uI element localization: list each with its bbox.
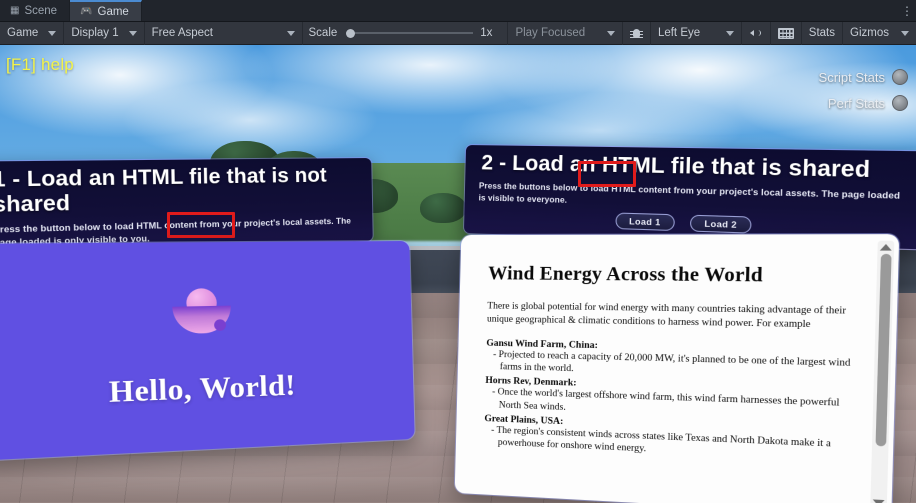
display-dropdown[interactable]: Display 1: [64, 21, 145, 45]
keyboard-icon: [777, 27, 794, 39]
hud-stats-toggles: Script Stats Perf Stats: [819, 69, 908, 111]
view-dropdown-label: Game: [7, 27, 39, 39]
scrollbar-thumb[interactable]: [874, 253, 891, 447]
bug-icon: [629, 27, 643, 40]
editor-tab-bar: ▦ Scene 🎮 Game ⋮: [0, 0, 916, 22]
scale-slider-knob[interactable]: [346, 28, 356, 38]
chevron-down-icon: [286, 30, 295, 36]
document-heading: Wind Energy Across the World: [487, 263, 764, 287]
scroll-up-arrow-icon[interactable]: [879, 244, 892, 251]
perf-stats-toggle-row[interactable]: Perf Stats: [828, 95, 908, 111]
speaker-icon: [749, 27, 763, 39]
aspect-dropdown-label: Free Aspect: [151, 27, 214, 39]
mute-audio-button[interactable]: [742, 21, 771, 45]
tab-scene-label: Scene: [24, 4, 58, 17]
instruction-panel-1: 1 - Load an HTML file that is not shared…: [0, 157, 373, 253]
hello-world-heading: Hello, World!: [108, 368, 297, 410]
play-mode-dropdown[interactable]: Play Focused: [508, 21, 623, 45]
script-stats-toggle-row[interactable]: Script Stats: [819, 69, 908, 85]
view-dropdown[interactable]: Game: [0, 21, 65, 45]
chevron-down-icon: [606, 30, 615, 36]
stats-button-label: Stats: [808, 27, 836, 39]
load-2-button[interactable]: Load 2: [689, 214, 752, 234]
game-view-viewport[interactable]: [F1] help Script Stats Perf Stats 1 - Lo…: [0, 45, 916, 503]
scale-slider[interactable]: Scale 1x: [303, 21, 509, 45]
tab-options-kebab-icon[interactable]: ⋮: [898, 0, 916, 21]
play-mode-label: Play Focused: [515, 27, 586, 39]
chevron-down-icon: [48, 30, 57, 36]
perf-stats-toggle-icon[interactable]: [892, 95, 908, 111]
document-intro: There is global potential for wind energ…: [486, 301, 847, 331]
scale-label: Scale: [308, 27, 338, 39]
gizmos-button[interactable]: Gizmos: [843, 22, 916, 45]
chevron-down-icon: [901, 30, 909, 36]
scroll-down-arrow-icon[interactable]: [872, 499, 885, 503]
keyboard-input-button[interactable]: [771, 21, 802, 45]
aspect-dropdown[interactable]: Free Aspect: [145, 21, 303, 45]
tab-game[interactable]: 🎮 Game: [70, 0, 142, 21]
load-1-button[interactable]: Load 1: [615, 212, 675, 231]
display-dropdown-label: Display 1: [71, 27, 119, 39]
perf-stats-label: Perf Stats: [827, 95, 885, 111]
tab-scene[interactable]: ▦ Scene: [0, 0, 71, 21]
unity-editor-window: ▦ Scene 🎮 Game ⋮ Game Display 1 Free Asp…: [0, 0, 916, 503]
game-view-toolbar: Game Display 1 Free Aspect Scale 1x Play…: [0, 21, 916, 45]
script-stats-label: Script Stats: [818, 69, 885, 85]
stats-button[interactable]: Stats: [802, 21, 844, 45]
panel-1-title: 1 - Load an HTML file that is not shared: [0, 164, 327, 218]
eye-dropdown[interactable]: Left Eye: [651, 21, 742, 45]
gamepad-icon: 🎮: [80, 5, 93, 17]
document-scrollbar[interactable]: [870, 240, 895, 503]
scale-slider-track[interactable]: [355, 32, 474, 34]
document-content: Wind Energy Across the World There is gl…: [455, 234, 874, 503]
grid-icon: ▦: [10, 4, 20, 16]
chevron-down-icon: [725, 30, 734, 36]
chevron-down-icon: [128, 30, 137, 36]
gizmos-button-label: Gizmos: [850, 27, 889, 39]
hello-world-web-page[interactable]: Hello, World!: [0, 240, 415, 461]
sphere-bowl-logo-icon: [172, 288, 232, 333]
help-hint-text: [F1] help: [6, 55, 74, 74]
debug-toggle[interactable]: [623, 21, 651, 45]
tree-shape: [420, 193, 466, 223]
wind-energy-document-page[interactable]: Wind Energy Across the World There is gl…: [454, 234, 900, 503]
tab-game-label: Game: [97, 5, 129, 18]
eye-dropdown-label: Left Eye: [657, 27, 701, 39]
logo-dot: [213, 319, 227, 331]
scale-value: 1x: [480, 27, 493, 39]
script-stats-toggle-icon[interactable]: [892, 69, 908, 85]
